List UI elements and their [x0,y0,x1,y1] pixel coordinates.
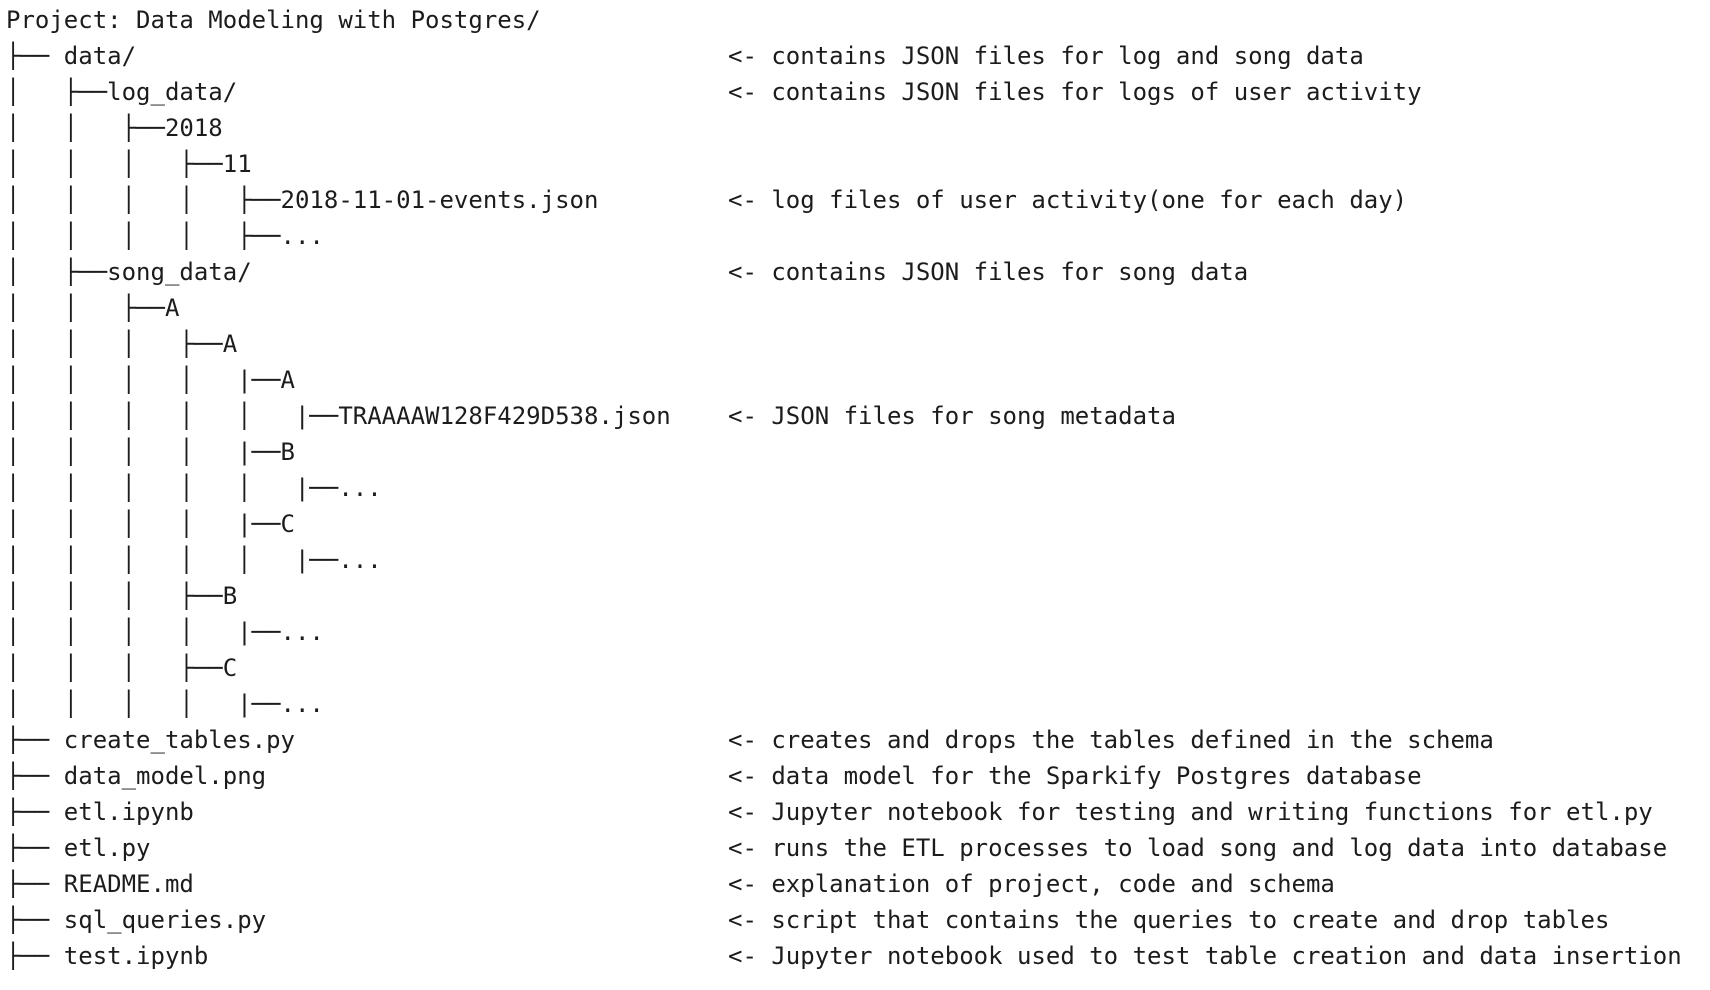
tree-entry: │ ├──log_data/ [6,78,238,106]
entry-comment: <- creates and drops the tables defined … [728,726,1494,754]
tree-line: ├── README.md <- explanation of project, … [6,866,1706,902]
tree-entry: │ │ ├──2018 [6,114,223,142]
tree-entry: │ │ │ ├──A [6,330,238,358]
tree-entry: │ ├──song_data/ [6,258,252,286]
tree-line: ├── data_model.png <- data model for the … [6,758,1706,794]
entry-comment: <- runs the ETL processes to load song a… [728,834,1668,862]
tree-entry: ├── etl.ipynb [6,798,194,826]
entry-comment: <- Jupyter notebook used to test table c… [728,942,1682,970]
project-title-line: Project: Data Modeling with Postgres/ [6,2,1706,38]
tree-entry: │ │ │ │ |──B [6,438,295,466]
tree-line: │ │ │ │ │ |──... [6,470,1706,506]
tree-entry: │ │ │ │ |──... [6,690,324,718]
entry-comment: <- contains JSON files for song data [728,258,1249,286]
tree-line: │ │ │ │ |──... [6,686,1706,722]
tree-entry: │ │ │ │ ├──2018-11-01-events.json [6,186,599,214]
tree-line: │ │ │ │ ├──2018-11-01-events.json <- log … [6,182,1706,218]
tree-line: │ ├──song_data/ <- contains JSON files fo… [6,254,1706,290]
tree-entry: │ │ │ ├──C [6,654,238,682]
tree-entry: │ │ │ ├──B [6,582,238,610]
tree-line: │ │ │ │ |──... [6,614,1706,650]
entry-comment: <- explanation of project, code and sche… [728,870,1335,898]
tree-entry: ├── test.ipynb [6,942,209,970]
tree-line: │ │ │ ├──11 [6,146,1706,182]
tree-line: │ │ │ │ │ |──TRAAAAW128F429D538.json <- J… [6,398,1706,434]
tree-entry: ├── README.md [6,870,194,898]
tree-line: │ │ │ │ │ |──... [6,542,1706,578]
tree-entry: │ │ │ │ |──... [6,618,324,646]
tree-entry: ├── etl.py [6,834,151,862]
tree-line: ├── sql_queries.py <- script that contain… [6,902,1706,938]
tree-entry: │ │ │ │ │ |──... [6,474,382,502]
tree-line: │ │ │ ├──C [6,650,1706,686]
tree-entry: │ │ │ │ |──C [6,510,295,538]
tree-line: │ │ │ │ |──A [6,362,1706,398]
entry-comment: <- data model for the Sparkify Postgres … [728,762,1422,790]
tree-line: │ │ │ │ |──C [6,506,1706,542]
tree-entry: │ │ │ ├──11 [6,150,252,178]
tree-entry: ├── data_model.png [6,762,267,790]
entry-comment: <- script that contains the queries to c… [728,906,1610,934]
tree-entry: │ │ ├──A [6,294,180,322]
tree-line: ├── etl.py <- runs the ETL processes to l… [6,830,1706,866]
directory-tree: Project: Data Modeling with Postgres/ ├──… [6,2,1706,974]
entry-comment: <- JSON files for song metadata [728,402,1176,430]
tree-entry: │ │ │ │ ├──... [6,222,324,250]
tree-entry: ├── create_tables.py [6,726,295,754]
tree-entry: ├── data/ [6,42,137,70]
entry-comment: <- contains JSON files for logs of user … [728,78,1422,106]
tree-line: │ │ │ ├──B [6,578,1706,614]
project-title: Project: Data Modeling with Postgres/ [6,6,541,34]
entry-comment: <- log files of user activity(one for ea… [728,186,1408,214]
tree-entry: ├── sql_queries.py [6,906,267,934]
tree-line: ├── data/ <- contains JSON files for log … [6,38,1706,74]
tree-entry: │ │ │ │ │ |──... [6,546,382,574]
tree-line: │ │ │ │ ├──... [6,218,1706,254]
tree-line: │ │ ├──A [6,290,1706,326]
tree-line: │ ├──log_data/ <- contains JSON files for… [6,74,1706,110]
tree-line: │ │ │ │ |──B [6,434,1706,470]
tree-line: ├── test.ipynb <- Jupyter notebook used t… [6,938,1706,974]
tree-line: ├── etl.ipynb <- Jupyter notebook for tes… [6,794,1706,830]
tree-line: │ │ ├──2018 [6,110,1706,146]
tree-entry: │ │ │ │ |──A [6,366,295,394]
tree-line: ├── create_tables.py <- creates and drops… [6,722,1706,758]
entry-comment: <- contains JSON files for log and song … [728,42,1364,70]
tree-entry: │ │ │ │ │ |──TRAAAAW128F429D538.json [6,402,671,430]
tree-line: │ │ │ ├──A [6,326,1706,362]
entry-comment: <- Jupyter notebook for testing and writ… [728,798,1653,826]
